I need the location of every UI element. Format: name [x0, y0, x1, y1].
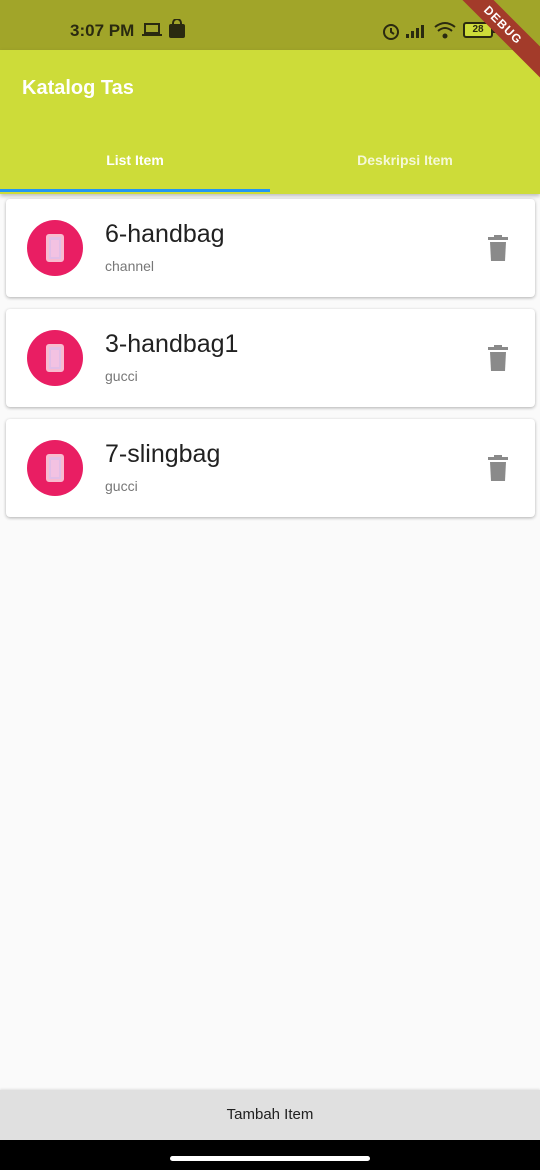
trash-icon[interactable] — [488, 345, 508, 371]
item-title: 3-handbag1 — [105, 330, 239, 358]
item-title: 7-slingbag — [105, 440, 221, 468]
item-subtitle: gucci — [105, 478, 138, 494]
home-indicator[interactable] — [170, 1156, 370, 1161]
phone-icon — [46, 234, 64, 262]
item-title: 6-handbag — [105, 220, 225, 248]
trash-icon[interactable] — [488, 455, 508, 481]
add-item-button[interactable]: Tambah Item — [0, 1090, 540, 1140]
item-subtitle: channel — [105, 258, 155, 274]
alarm-icon — [383, 24, 399, 40]
tab-label: List Item — [106, 152, 164, 168]
app-bar: Katalog Tas List Item Deskripsi Item — [0, 50, 540, 194]
tab-indicator — [0, 189, 270, 192]
shopping-bag-icon — [169, 19, 185, 38]
phone-icon — [46, 454, 64, 482]
avatar — [27, 440, 83, 496]
avatar — [27, 330, 83, 386]
list-item[interactable]: 3-handbag1 gucci — [6, 309, 535, 407]
item-subtitle: gucci — [105, 368, 138, 384]
system-nav-bar — [0, 1140, 540, 1170]
tab-bar: List Item Deskripsi Item — [0, 128, 540, 194]
signal-icon — [406, 25, 424, 38]
tab-label: Deskripsi Item — [357, 152, 453, 168]
list-item[interactable]: 6-handbag channel — [6, 199, 535, 297]
wifi-icon — [434, 22, 456, 39]
list-item[interactable]: 7-slingbag gucci — [6, 419, 535, 517]
avatar — [27, 220, 83, 276]
battery-level: 28 — [472, 24, 484, 35]
item-list: 6-handbag channel 3-handbag1 gucci 7-sli… — [6, 199, 535, 529]
trash-icon[interactable] — [488, 235, 508, 261]
status-bar: 3:07 PM 28 — [0, 0, 540, 50]
laptop-icon — [142, 23, 162, 36]
app-title: Katalog Tas — [22, 77, 134, 99]
tab-deskripsi-item[interactable]: Deskripsi Item — [270, 128, 540, 194]
phone-icon — [46, 344, 64, 372]
status-time: 3:07 PM — [70, 21, 135, 40]
tab-list-item[interactable]: List Item — [0, 128, 270, 194]
